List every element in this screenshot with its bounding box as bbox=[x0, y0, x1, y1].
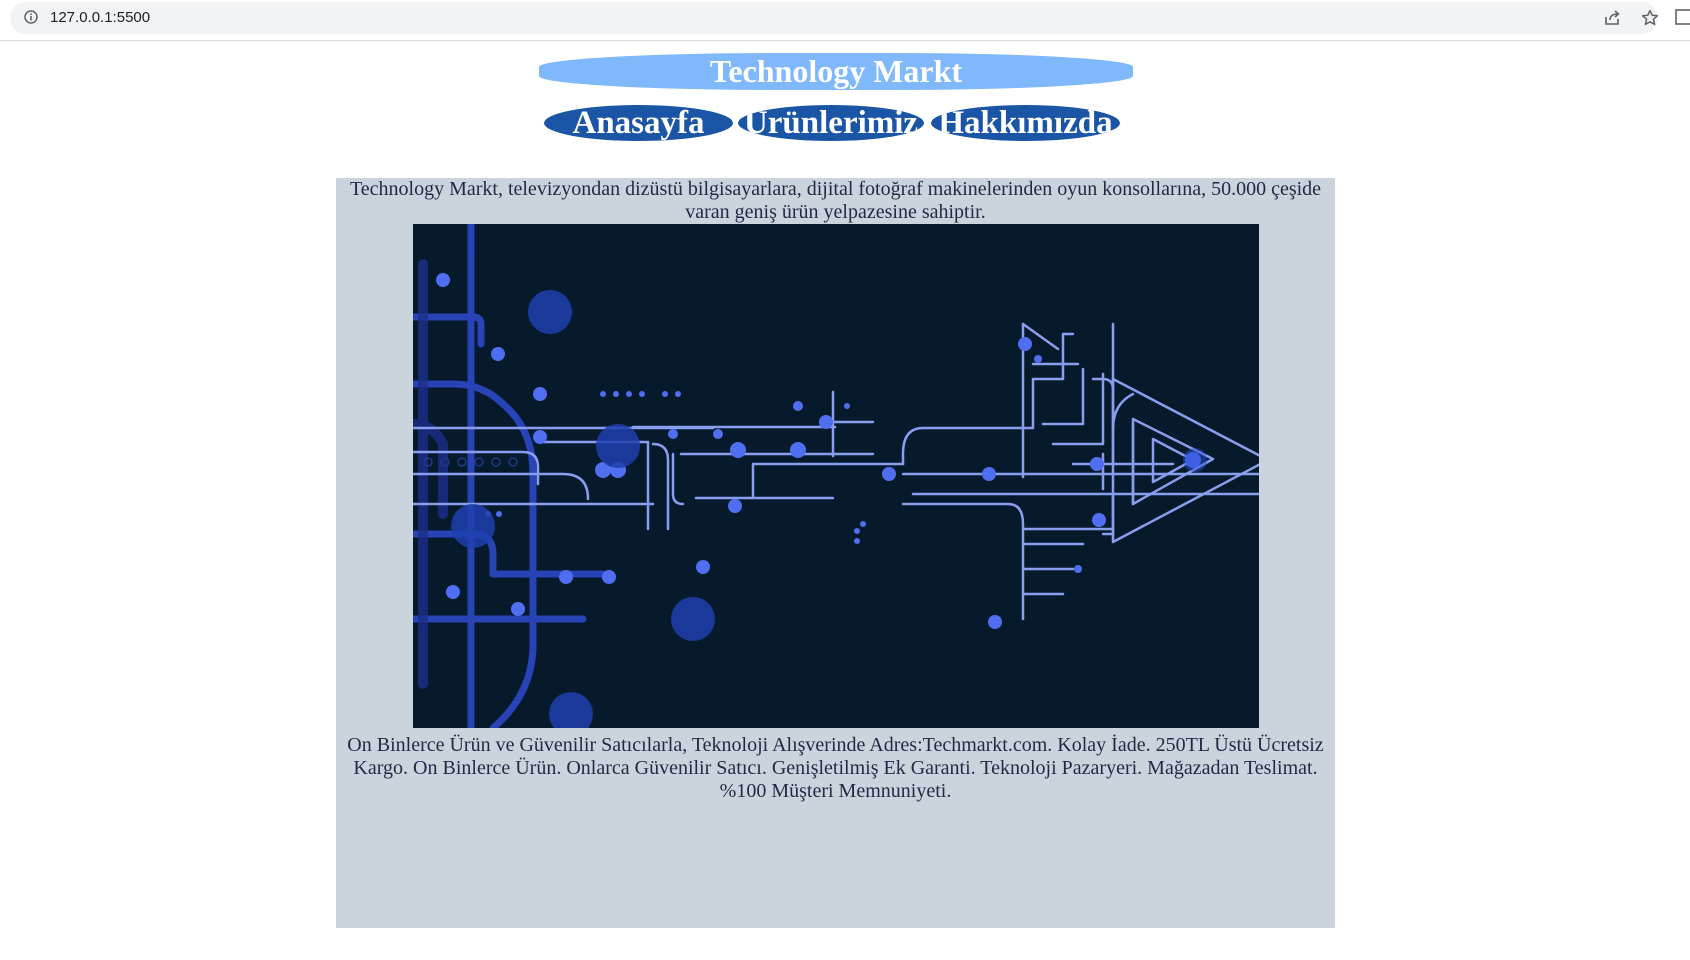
site-title: Technology Markt bbox=[539, 53, 1133, 90]
url-text[interactable]: 127.0.0.1:5500 bbox=[50, 9, 150, 26]
side-panel-icon[interactable] bbox=[1675, 9, 1690, 25]
nav-products-button[interactable]: Ürünlerimiz bbox=[738, 105, 924, 141]
content-panel: Technology Markt, televizyondan dizüstü … bbox=[336, 178, 1335, 928]
star-icon[interactable] bbox=[1641, 9, 1659, 27]
bottom-text: On Binlerce Ürün ve Güvenilir Satıcılarl… bbox=[347, 734, 1324, 802]
info-icon[interactable] bbox=[24, 10, 38, 24]
nav-about-button[interactable]: Hakkımızda bbox=[931, 105, 1120, 141]
share-icon[interactable] bbox=[1603, 9, 1621, 27]
intro-text: Technology Markt, televizyondan dizüstü … bbox=[349, 178, 1322, 223]
nav-home-button[interactable]: Anasayfa bbox=[544, 105, 733, 141]
browser-toolbar: 127.0.0.1:5500 bbox=[0, 0, 1690, 41]
circuit-arrow-illustration bbox=[413, 224, 1259, 728]
address-bar[interactable]: 127.0.0.1:5500 bbox=[10, 2, 1659, 34]
hero-image bbox=[413, 224, 1259, 728]
